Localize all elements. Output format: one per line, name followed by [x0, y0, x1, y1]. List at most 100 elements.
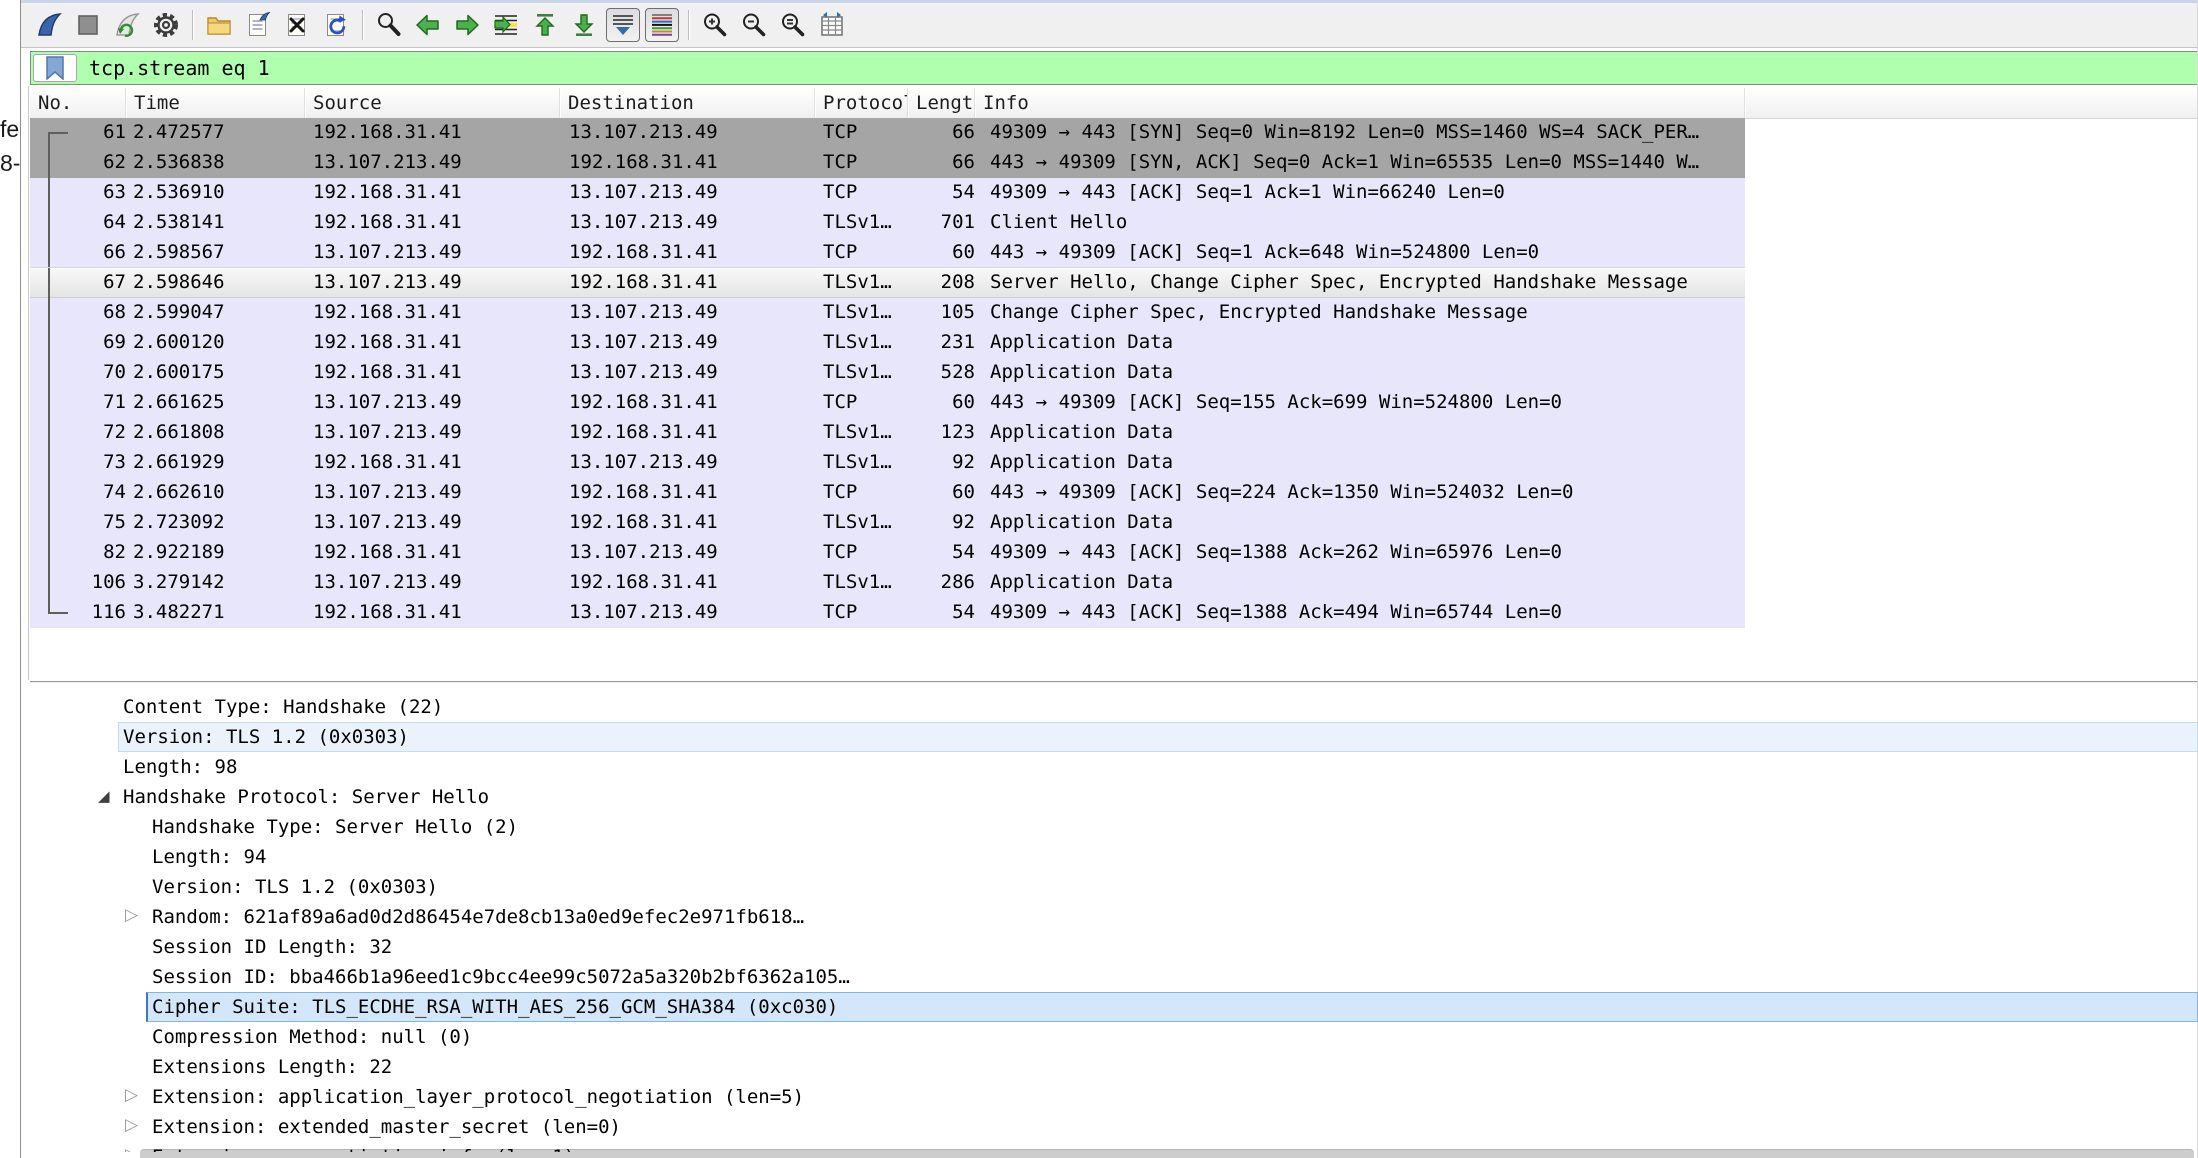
cell-destination: 192.168.31.41	[560, 478, 815, 508]
cell-time: 2.536910	[126, 178, 305, 208]
packet-row-71[interactable]: 71 2.661625 13.107.213.49 192.168.31.41 …	[30, 388, 1745, 418]
restart-capture-button[interactable]	[110, 8, 144, 42]
detail-tree-item[interactable]: Session ID: bba466b1a96eed1c9bcc4ee99c50…	[30, 962, 2198, 992]
cell-source: 192.168.31.41	[305, 448, 560, 478]
find-packet-button[interactable]	[372, 8, 406, 42]
filter-bookmark-button[interactable]	[33, 54, 77, 82]
cell-protocol: TCP	[815, 178, 908, 208]
detail-tree-item[interactable]: Cipher Suite: TLS_ECDHE_RSA_WITH_AES_256…	[30, 992, 2198, 1022]
detail-tree-item[interactable]: ▷ Extension: application_layer_protocol_…	[30, 1082, 2198, 1112]
cell-source: 13.107.213.49	[305, 238, 560, 268]
packet-row-73[interactable]: 73 2.661929 192.168.31.41 13.107.213.49 …	[30, 448, 1745, 478]
cell-protocol: TLSv1…	[815, 268, 908, 298]
packet-row-69[interactable]: 69 2.600120 192.168.31.41 13.107.213.49 …	[30, 328, 1745, 358]
packet-row-82[interactable]: 82 2.922189 192.168.31.41 13.107.213.49 …	[30, 538, 1745, 568]
detail-tree-item[interactable]: ▷ Extension: extended_master_secret (len…	[30, 1112, 2198, 1142]
go-to-packet-button[interactable]	[489, 8, 523, 42]
cell-info: 443 → 49309 [ACK] Seq=1 Ack=648 Win=5248…	[975, 238, 1745, 268]
detail-tree-item[interactable]: Extensions Length: 22	[30, 1052, 2198, 1082]
detail-tree-item[interactable]: Handshake Type: Server Hello (2)	[30, 812, 2198, 842]
cell-source: 192.168.31.41	[305, 118, 560, 148]
conversation-bracket	[48, 538, 72, 568]
detail-tree-item[interactable]: Compression Method: null (0)	[30, 1022, 2198, 1052]
column-header-info[interactable]: Info	[975, 88, 1745, 118]
cell-no: 82	[30, 538, 126, 568]
packet-row-61[interactable]: 61 2.472577 192.168.31.41 13.107.213.49 …	[30, 118, 1745, 148]
tree-toggle-icon[interactable]: ▷	[125, 905, 138, 925]
tree-toggle-icon[interactable]: ▷	[125, 1115, 138, 1135]
go-first-button[interactable]	[528, 8, 562, 42]
cell-no: 67	[30, 268, 126, 298]
cell-length: 54	[908, 178, 975, 208]
cell-no: 69	[30, 328, 126, 358]
conversation-bracket	[48, 478, 72, 508]
reload-file-button[interactable]	[319, 8, 353, 42]
cell-info: Application Data	[975, 448, 1745, 478]
close-file-button[interactable]	[280, 8, 314, 42]
packet-row-106[interactable]: 106 3.279142 13.107.213.49 192.168.31.41…	[30, 568, 1745, 598]
detail-tree-item[interactable]: Version: TLS 1.2 (0x0303)	[30, 722, 2198, 752]
shark-fin-restart-icon	[113, 11, 141, 39]
open-file-button[interactable]	[202, 8, 236, 42]
cell-destination: 13.107.213.49	[560, 298, 815, 328]
packet-row-68[interactable]: 68 2.599047 192.168.31.41 13.107.213.49 …	[30, 298, 1745, 328]
save-file-button[interactable]	[241, 8, 275, 42]
cell-length: 60	[908, 478, 975, 508]
zoom-out-button[interactable]	[737, 8, 771, 42]
detail-tree-item[interactable]: Session ID Length: 32	[30, 932, 2198, 962]
packet-row-74[interactable]: 74 2.662610 13.107.213.49 192.168.31.41 …	[30, 478, 1745, 508]
colorize-toggle[interactable]	[645, 8, 679, 42]
column-header-no[interactable]: No.	[30, 88, 126, 118]
detail-tree-item[interactable]: Length: 94	[30, 842, 2198, 872]
detail-tree-item[interactable]: ▷ Random: 621af89a6ad0d2d86454e7de8cb13a…	[30, 902, 2198, 932]
column-header-filler	[1745, 88, 2198, 118]
detail-tree-item[interactable]: Length: 98	[30, 752, 2198, 782]
zoom-reset-button[interactable]	[776, 8, 810, 42]
packet-list: 61 2.472577 192.168.31.41 13.107.213.49 …	[30, 118, 1745, 628]
window-left-border	[20, 0, 21, 1158]
zoom-in-button[interactable]	[698, 8, 732, 42]
auto-scroll-toggle[interactable]	[606, 8, 640, 42]
column-header-source[interactable]: Source	[305, 88, 560, 118]
packet-row-66[interactable]: 66 2.598567 13.107.213.49 192.168.31.41 …	[30, 238, 1745, 268]
cell-info: Application Data	[975, 508, 1745, 538]
capture-options-button[interactable]	[149, 8, 183, 42]
packet-row-63[interactable]: 63 2.536910 192.168.31.41 13.107.213.49 …	[30, 178, 1745, 208]
pane-left-border	[28, 86, 29, 680]
cell-destination: 192.168.31.41	[560, 508, 815, 538]
cell-time: 2.922189	[126, 538, 305, 568]
packet-row-72[interactable]: 72 2.661808 13.107.213.49 192.168.31.41 …	[30, 418, 1745, 448]
cell-source: 13.107.213.49	[305, 418, 560, 448]
detail-tree-item[interactable]: ◢ Handshake Protocol: Server Hello	[30, 782, 2198, 812]
detail-tree-item[interactable]: Content Type: Handshake (22)	[30, 692, 2198, 722]
tree-toggle-icon[interactable]: ◢	[98, 787, 110, 805]
packet-row-116[interactable]: 116 3.482271 192.168.31.41 13.107.213.49…	[30, 598, 1745, 628]
packet-row-70[interactable]: 70 2.600175 192.168.31.41 13.107.213.49 …	[30, 358, 1745, 388]
tree-toggle-icon[interactable]: ▷	[125, 1085, 138, 1105]
packet-row-75[interactable]: 75 2.723092 13.107.213.49 192.168.31.41 …	[30, 508, 1745, 538]
column-header-length[interactable]: Length	[908, 88, 975, 118]
go-forward-button[interactable]	[450, 8, 484, 42]
go-back-button[interactable]	[411, 8, 445, 42]
column-header-destination[interactable]: Destination	[560, 88, 815, 118]
filter-input[interactable]	[77, 52, 2197, 84]
packet-row-64[interactable]: 64 2.538141 192.168.31.41 13.107.213.49 …	[30, 208, 1745, 238]
go-last-button[interactable]	[567, 8, 601, 42]
tree-toggle-icon[interactable]: ▷	[125, 1145, 138, 1152]
start-capture-button[interactable]	[32, 8, 66, 42]
conversation-bracket	[48, 508, 72, 538]
field-highlight-bar	[118, 722, 2198, 752]
file-close-icon	[283, 11, 311, 39]
cell-no: 72	[30, 418, 126, 448]
cell-time: 2.661625	[126, 388, 305, 418]
column-header-time[interactable]: Time	[126, 88, 305, 118]
packet-row-67[interactable]: 67 2.598646 13.107.213.49 192.168.31.41 …	[30, 268, 1745, 298]
column-header-protocol[interactable]: Protocol	[815, 88, 908, 118]
packet-row-62[interactable]: 62 2.536838 13.107.213.49 192.168.31.41 …	[30, 148, 1745, 178]
resize-columns-button[interactable]	[815, 8, 849, 42]
arrow-up-bar-icon	[531, 11, 559, 39]
cell-length: 701	[908, 208, 975, 238]
stop-capture-button[interactable]	[71, 8, 105, 42]
cell-source: 192.168.31.41	[305, 598, 560, 628]
detail-tree-item[interactable]: Version: TLS 1.2 (0x0303)	[30, 872, 2198, 902]
